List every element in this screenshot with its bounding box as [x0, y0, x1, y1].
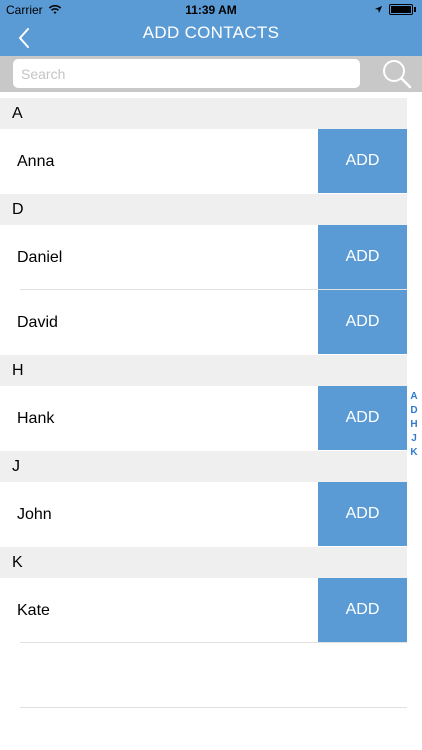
contact-row: Daniel ADD — [0, 225, 407, 290]
contact-row: Hank ADD — [0, 386, 407, 451]
add-contact-button[interactable]: ADD — [318, 386, 407, 450]
section-header-j: J — [0, 451, 407, 482]
section-header-k: K — [0, 547, 407, 578]
search-bar — [0, 56, 422, 92]
location-arrow-icon — [374, 5, 383, 14]
contact-name: Kate — [17, 602, 50, 619]
add-contact-button[interactable]: ADD — [318, 482, 407, 546]
battery-icon — [389, 4, 413, 15]
add-contact-button[interactable]: ADD — [318, 578, 407, 642]
search-input[interactable] — [13, 59, 360, 88]
row-separator — [20, 642, 407, 643]
status-right — [374, 4, 416, 15]
status-bar: Carrier 11:39 AM — [0, 0, 422, 20]
contact-name: John — [17, 506, 52, 523]
search-icon — [383, 60, 412, 89]
section-header-h: H — [0, 355, 407, 386]
status-time: 11:39 AM — [185, 3, 237, 17]
nav-bar: ADD CONTACTS — [0, 20, 422, 56]
battery-tip — [414, 7, 416, 12]
contact-name: David — [17, 314, 58, 331]
index-letter-j[interactable]: J — [411, 432, 417, 446]
contact-row: David ADD — [0, 290, 407, 355]
add-contact-button[interactable]: ADD — [318, 129, 407, 193]
contact-list: A Anna ADD D Daniel ADD David ADD H Hank… — [0, 98, 407, 643]
contact-name: Anna — [17, 153, 55, 170]
contact-row: Anna ADD — [0, 129, 407, 194]
section-header-a: A — [0, 98, 407, 129]
section-header-d: D — [0, 194, 407, 225]
contact-row: Kate ADD — [0, 578, 407, 643]
index-letter-d[interactable]: D — [410, 404, 417, 418]
add-contact-button[interactable]: ADD — [318, 290, 407, 354]
page-title: ADD CONTACTS — [142, 23, 280, 42]
contact-name: Hank — [17, 410, 55, 427]
index-letter-a[interactable]: A — [410, 390, 417, 404]
section-index[interactable]: A D H J K — [408, 390, 420, 460]
contact-row: John ADD — [0, 482, 407, 547]
contact-name: Daniel — [17, 249, 63, 266]
add-contact-button[interactable]: ADD — [318, 225, 407, 289]
empty-row-separator — [20, 707, 407, 708]
index-letter-k[interactable]: K — [410, 446, 417, 460]
search-button[interactable] — [381, 58, 413, 90]
index-letter-h[interactable]: H — [410, 418, 417, 432]
